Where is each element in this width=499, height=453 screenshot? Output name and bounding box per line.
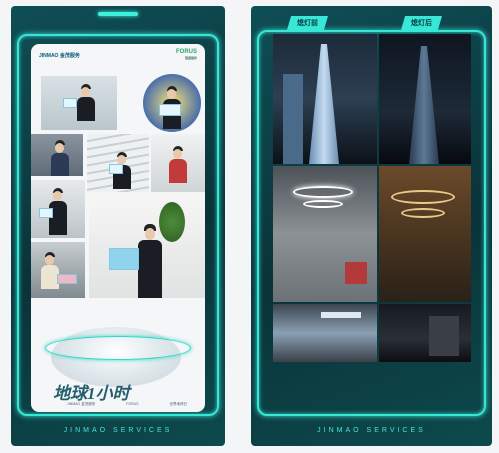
photo-staff-sign: [31, 180, 85, 238]
chandelier-ring-dim-lower: [401, 208, 445, 218]
top-accent-tab: [98, 12, 138, 16]
photo-staff-coloring: [31, 242, 85, 298]
poster-title: 地球1小时: [53, 384, 130, 403]
photo-stairs: [87, 134, 149, 192]
photo-storefront-before: [273, 304, 377, 362]
tag-before-lights-off: 熄灯前: [287, 16, 328, 30]
photo-lobby-after: [379, 166, 471, 302]
tag-after-lights-off: 熄灯后: [401, 16, 442, 30]
photo-tower-before: [273, 34, 377, 164]
chandelier-ring-lit-lower: [303, 200, 343, 208]
photo-collage-card: JINMAO 金茂服务 FORUS 慧盛服务 地球1小时 JINMAO 金茂服务…: [31, 44, 205, 412]
sub-logo-row: JINMAO 金茂服务 FORUS 世界地球日: [67, 402, 187, 406]
photo-portrait: [143, 74, 201, 132]
brand-footer: JINMAO SERVICES: [317, 427, 426, 434]
globe-ring-graphic: [45, 336, 191, 360]
chandelier-ring-lit: [293, 186, 353, 198]
storefront-sign-lit: [321, 312, 361, 318]
chandelier-ring-dim: [391, 190, 455, 204]
photo-tower-after: [379, 34, 471, 164]
photo-staff-office: [41, 76, 117, 130]
earth-hour-poster-left: JINMAO 金茂服务 FORUS 慧盛服务 地球1小时 JINMAO 金茂服务…: [11, 6, 225, 446]
storefront-dark: [429, 316, 459, 356]
photo-staff-desk: [31, 134, 83, 176]
brand-footer: JINMAO SERVICES: [63, 427, 173, 434]
photo-staff-lobby: [151, 134, 205, 192]
photo-storefront-after: [379, 304, 471, 362]
jinmao-logo: JINMAO 金茂服务: [39, 52, 80, 59]
logo-bar: JINMAO 金茂服务 FORUS 慧盛服务: [31, 44, 205, 66]
lights-off-comparison-poster: 熄灯前 熄灯后 JINMAO SERVICES: [251, 6, 492, 446]
forus-logo: FORUS 慧盛服务: [176, 49, 197, 60]
photo-lobby-before: [273, 166, 377, 302]
tower-side: [283, 74, 303, 164]
photo-staff-featured: [89, 194, 205, 298]
plant-decor: [159, 202, 185, 242]
red-sign: [345, 262, 367, 284]
